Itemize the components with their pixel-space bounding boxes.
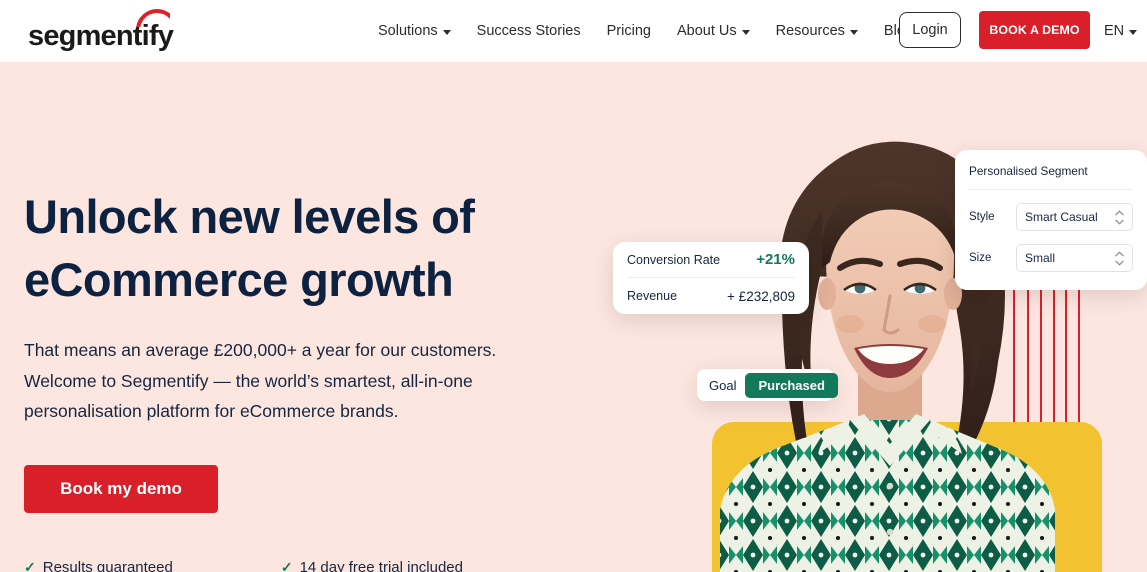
stat-value: +21% (756, 251, 795, 268)
check-icon: ✓ (24, 559, 36, 572)
site-header: segmentify Solutions Success Stories Pri… (0, 0, 1147, 62)
hero-copy: Unlock new levels of eCommerce growth Th… (24, 186, 584, 513)
chevron-down-icon (1129, 29, 1138, 35)
chevron-down-icon (849, 29, 858, 35)
select-value: Smart Casual (1025, 210, 1098, 224)
main-navigation: Solutions Success Stories Pricing About … (378, 0, 913, 62)
style-select[interactable]: Smart Casual (1016, 203, 1133, 231)
size-select[interactable]: Small (1016, 244, 1133, 272)
segment-field-size: Size Small (969, 244, 1133, 272)
benefit-results-guaranteed: ✓ Results guaranteed (24, 559, 173, 572)
headline-line-1: Unlock new levels of (24, 190, 475, 243)
hero-subcopy: That means an average £200,000+ a year f… (24, 340, 497, 422)
book-my-demo-button[interactable]: Book my demo (24, 464, 218, 513)
login-button[interactable]: Login (899, 12, 961, 48)
stat-row-revenue: Revenue + £232,809 (627, 278, 795, 314)
check-icon: ✓ (280, 559, 293, 572)
language-selector[interactable]: EN (1104, 0, 1138, 62)
select-value: Small (1025, 251, 1056, 265)
benefit-label: Results guaranteed (42, 559, 173, 572)
benefit-free-trial: ✓ 14 day free trial included (281, 559, 463, 572)
stepper-icon[interactable] (1115, 209, 1124, 225)
chevron-down-icon[interactable] (1115, 219, 1124, 225)
nav-item-pricing[interactable]: Pricing (607, 23, 651, 39)
page-title: Unlock new levels of eCommerce growth (24, 186, 584, 311)
shirt (720, 420, 1055, 572)
nav-label: Solutions (378, 23, 438, 39)
nav-item-about-us[interactable]: About Us (677, 23, 750, 39)
benefit-label: 14 day free trial included (299, 559, 463, 572)
stat-value: + £232,809 (727, 288, 795, 304)
nav-item-solutions[interactable]: Solutions (378, 23, 451, 39)
nav-label: About Us (676, 23, 737, 39)
logo[interactable]: segmentify (28, 9, 174, 51)
hero-photo-woman (720, 141, 1055, 572)
segment-card-title: Personalised Segment (969, 164, 1133, 190)
page-root: segmentify Solutions Success Stories Pri… (0, 0, 1147, 572)
language-label: EN (1104, 23, 1125, 39)
chevron-down-icon[interactable] (1115, 260, 1124, 266)
nav-item-success-stories[interactable]: Success Stories (477, 23, 581, 39)
personalised-segment-card: Personalised Segment Style Smart Casual … (955, 150, 1147, 290)
hero-benefit-list: ✓ Results guaranteed ✓ 14 day free trial… (24, 559, 463, 572)
stepper-icon[interactable] (1115, 250, 1124, 266)
chevron-down-icon (741, 29, 750, 35)
cheek-left (836, 315, 864, 333)
shirt-button (886, 482, 894, 490)
chevron-down-icon (442, 29, 451, 35)
stat-label: Revenue (627, 289, 678, 303)
hero-visual (600, 62, 1147, 572)
ear-left (818, 278, 836, 310)
goal-card: Goal Purchased (697, 369, 838, 401)
headline-line-2: eCommerce growth (24, 252, 454, 306)
logo-arc-icon (136, 9, 170, 27)
stat-label: Conversion Rate (627, 252, 721, 267)
chevron-up-icon[interactable] (1115, 209, 1124, 216)
book-a-demo-button[interactable]: BOOK A DEMO (979, 11, 1090, 49)
shirt-button (886, 528, 894, 536)
nav-label: Pricing (606, 23, 651, 39)
nav-label: Resources (775, 23, 845, 39)
segment-field-style: Style Smart Casual (969, 203, 1133, 231)
field-label: Size (969, 252, 992, 264)
cheek-right (918, 315, 946, 333)
goal-label: Goal (709, 377, 737, 393)
field-label: Style (969, 211, 995, 223)
chevron-up-icon[interactable] (1115, 250, 1124, 257)
stat-row-conversion-rate: Conversion Rate +21% (627, 242, 795, 278)
hero-section: Unlock new levels of eCommerce growth Th… (0, 62, 1147, 572)
stats-card: Conversion Rate +21% Revenue + £232,809 (613, 242, 809, 314)
nav-label: Success Stories (476, 23, 581, 39)
status-badge: Purchased (745, 372, 838, 398)
nav-item-resources[interactable]: Resources (776, 23, 858, 39)
